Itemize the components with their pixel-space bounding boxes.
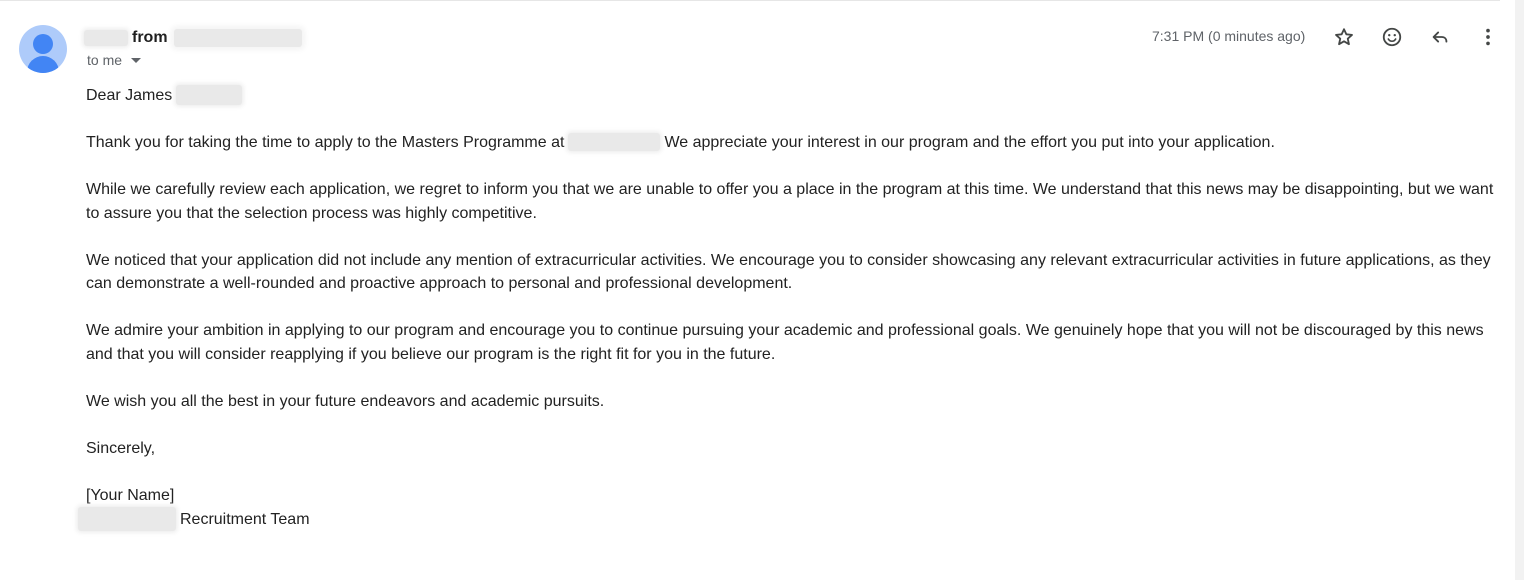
avatar-head: [33, 34, 53, 54]
redacted-sender-org: [173, 29, 302, 47]
scrollbar-track[interactable]: [1515, 0, 1524, 580]
divider: [0, 0, 1500, 1]
redacted-organization: [78, 507, 176, 531]
more-options-button[interactable]: [1475, 24, 1501, 50]
sender-name[interactable]: from: [84, 27, 302, 49]
recipient-label: to me: [87, 52, 123, 68]
paragraph-1: Thank you for taking the time to apply t…: [86, 131, 1496, 155]
paragraph-1-start: Thank you for taking the time to apply t…: [86, 134, 565, 151]
redacted-sender-name: [84, 30, 128, 46]
greeting-text: Dear James: [86, 87, 173, 104]
email-body: Dear James Thank you for taking the time…: [78, 84, 1496, 532]
emoji-icon: [1382, 27, 1402, 47]
chevron-down-icon[interactable]: [131, 57, 142, 63]
star-icon: [1335, 28, 1353, 46]
add-reaction-button[interactable]: [1379, 24, 1405, 50]
paragraph-2: While we carefully review each applicati…: [86, 181, 1494, 222]
signature-team-line: Recruitment Team: [78, 507, 1496, 532]
sender-avatar[interactable]: [19, 25, 67, 73]
redacted-recipient-surname: [176, 85, 243, 105]
signature-team: Recruitment Team: [180, 511, 310, 528]
redacted-institution: [568, 133, 661, 151]
signature-name: [Your Name]: [86, 486, 175, 504]
paragraph-4: We admire your ambition in applying to o…: [86, 322, 1484, 363]
message-timestamp: 7:31 PM (0 minutes ago): [1152, 28, 1306, 44]
paragraph-3: We noticed that your application did not…: [86, 251, 1491, 293]
star-button[interactable]: [1331, 24, 1357, 50]
sender-from-label: from: [132, 29, 168, 46]
email-message: from to me 7:31 PM (0 minutes ago) Dear …: [0, 0, 1524, 580]
greeting-line: Dear James: [86, 84, 1496, 108]
more-vert-icon: [1486, 28, 1490, 46]
avatar-body: [27, 56, 59, 73]
paragraph-1-end: We appreciate your interest in our progr…: [664, 134, 1275, 151]
recipient-details-toggle[interactable]: to me: [87, 52, 142, 68]
reply-button[interactable]: [1427, 24, 1453, 50]
paragraph-5: We wish you all the best in your future …: [86, 392, 605, 410]
reply-icon: [1432, 31, 1448, 43]
closing-line: Sincerely,: [86, 439, 156, 457]
